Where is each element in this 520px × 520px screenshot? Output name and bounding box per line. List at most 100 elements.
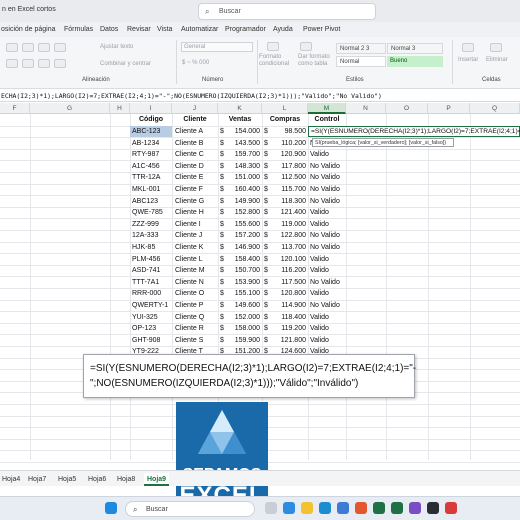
column-header-m[interactable]: M (308, 103, 346, 114)
formula-bar[interactable]: ECHA(I2;3)*1);LARGO(I2)=7;EXTRAE(I2;4;1)… (0, 89, 520, 102)
delete-button[interactable]: Eliminar (486, 57, 508, 63)
header-client[interactable]: Cliente (172, 114, 218, 125)
sheet-tab-hoja6[interactable]: Hoja6 (88, 473, 106, 486)
cell-client[interactable]: Cliente H (174, 207, 218, 218)
cell-sales[interactable]: 150.700 (226, 265, 260, 276)
cell-client[interactable]: Cliente A (174, 126, 218, 137)
cell-sales[interactable]: 157.200 (226, 230, 260, 241)
merge-center-button[interactable]: Combinar y centrar (100, 61, 151, 67)
cell-sales[interactable]: 155.600 (226, 219, 260, 230)
cell-code[interactable]: QWE-785 (130, 207, 172, 218)
column-header-n[interactable]: N (346, 103, 386, 114)
cell-purchases[interactable]: 122.800 (270, 230, 306, 241)
start-button-icon[interactable] (105, 502, 117, 514)
cell-code[interactable]: HJK-85 (130, 242, 172, 253)
sheet-tab-hoja7[interactable]: Hoja7 (28, 473, 46, 486)
active-cell-formula[interactable]: =SI(Y(ESNUMERO(DERECHA(I2;3)*1);LARGO(I2… (311, 127, 520, 137)
cell-sales[interactable]: 148.300 (226, 161, 260, 172)
cell-sales[interactable]: 151.000 (226, 172, 260, 183)
app-icon[interactable] (445, 502, 457, 514)
cell-purchases[interactable]: 118.400 (270, 312, 306, 323)
active-cell-editor[interactable]: =SI(Y(ESNUMERO(DERECHA(I2;3)*1);LARGO(I2… (308, 126, 520, 137)
cell-code[interactable]: ABC123 (130, 196, 172, 207)
cell-client[interactable]: Cliente Q (174, 312, 218, 323)
column-header-l[interactable]: L (262, 103, 308, 114)
cell-client[interactable]: Cliente C (174, 149, 218, 160)
excel-icon[interactable] (373, 502, 385, 514)
cell-client[interactable]: Cliente G (174, 196, 218, 207)
task-view-icon[interactable] (265, 502, 277, 514)
cell-purchases[interactable]: 121.800 (270, 335, 306, 346)
edge-icon[interactable] (319, 502, 331, 514)
indent-icon[interactable] (54, 59, 66, 68)
cell-code[interactable]: ABC-123 (130, 126, 172, 137)
cell-control[interactable]: No Valido (310, 230, 346, 241)
cell-control[interactable]: No Valido (310, 172, 346, 183)
cell-client[interactable]: Cliente O (174, 288, 218, 299)
column-header-o[interactable]: O (386, 103, 428, 114)
header-purchases[interactable]: Compras (262, 114, 308, 125)
sheet-tab-hoja4[interactable]: Hoja4 (2, 473, 20, 486)
cell-client[interactable]: Cliente F (174, 184, 218, 195)
header-control[interactable]: Control (308, 114, 346, 125)
cell-purchases[interactable]: 118.300 (270, 196, 306, 207)
sheet-tab-hoja8[interactable]: Hoja8 (117, 473, 135, 486)
cell-control[interactable]: No Valido (310, 184, 346, 195)
app-icon[interactable] (409, 502, 421, 514)
cell-purchases[interactable]: 120.900 (270, 149, 306, 160)
cell-sales[interactable]: 152.000 (226, 312, 260, 323)
header-sales[interactable]: Ventas (218, 114, 262, 125)
cell-client[interactable]: Cliente K (174, 242, 218, 253)
cell-code[interactable]: OP-123 (130, 323, 172, 334)
cell-code[interactable]: QWERTY-1 (130, 300, 172, 311)
cell-purchases[interactable]: 117.800 (270, 161, 306, 172)
cell-code[interactable]: YUI-325 (130, 312, 172, 323)
cell-sales[interactable]: 149.900 (226, 196, 260, 207)
cell-sales[interactable]: 158.000 (226, 323, 260, 334)
cell-code[interactable]: AB-1234 (130, 138, 172, 149)
tab-automate[interactable]: Automatizar (181, 26, 218, 33)
cell-control[interactable]: No Valido (310, 196, 346, 207)
cell-control[interactable]: Valido (310, 207, 346, 218)
cell-purchases[interactable]: 98.500 (270, 126, 306, 137)
app-icon[interactable] (337, 502, 349, 514)
cell-client[interactable]: Cliente I (174, 219, 218, 230)
cell-code[interactable]: RRR-000 (130, 288, 172, 299)
cell-sales[interactable]: 149.600 (226, 300, 260, 311)
style-normal-2-3[interactable]: Normal 2 3 (336, 43, 386, 54)
cell-client[interactable]: Cliente S (174, 335, 218, 346)
cell-purchases[interactable]: 119.200 (270, 323, 306, 334)
formula-bar-text[interactable]: ECHA(I2;3)*1);LARGO(I2)=7;EXTRAE(I2;4;1)… (1, 92, 382, 100)
header-code[interactable]: Código (130, 114, 172, 125)
cell-code[interactable]: TTR-12A (130, 172, 172, 183)
cell-code[interactable]: 12A-333 (130, 230, 172, 241)
cell-code[interactable]: ASD-741 (130, 265, 172, 276)
cell-client[interactable]: Cliente E (174, 172, 218, 183)
cell-purchases[interactable]: 120.100 (270, 254, 306, 265)
cell-client[interactable]: Cliente B (174, 138, 218, 149)
column-header-q[interactable]: Q (470, 103, 520, 114)
cell-code[interactable]: GHT-908 (130, 335, 172, 346)
align-middle-icon[interactable] (22, 43, 34, 52)
cell-client[interactable]: Cliente M (174, 265, 218, 276)
align-right-icon[interactable] (38, 59, 50, 68)
cell-control[interactable]: Valido (310, 323, 346, 334)
cell-control[interactable]: No Valido (310, 242, 346, 253)
cell-code[interactable]: MKL-001 (130, 184, 172, 195)
cell-client[interactable]: Cliente D (174, 161, 218, 172)
tab-power-pivot[interactable]: Power Pivot (303, 26, 340, 33)
format-table-button[interactable]: Dar formato como tabla (298, 54, 334, 68)
column-header-k[interactable]: K (218, 103, 262, 114)
file-explorer-icon[interactable] (301, 502, 313, 514)
cell-code[interactable]: TTT-7A1 (130, 277, 172, 288)
column-header-i[interactable]: I (130, 103, 172, 114)
cell-purchases[interactable]: 119.000 (270, 219, 306, 230)
cell-code[interactable]: A1C-456 (130, 161, 172, 172)
tab-review[interactable]: Revisar (127, 26, 151, 33)
cell-purchases[interactable]: 117.500 (270, 277, 306, 288)
tab-data[interactable]: Datos (100, 26, 118, 33)
align-bottom-icon[interactable] (38, 43, 50, 52)
cell-control[interactable]: Valido (310, 265, 346, 276)
tab-help[interactable]: Ayuda (273, 26, 293, 33)
cell-purchases[interactable]: 116.200 (270, 265, 306, 276)
